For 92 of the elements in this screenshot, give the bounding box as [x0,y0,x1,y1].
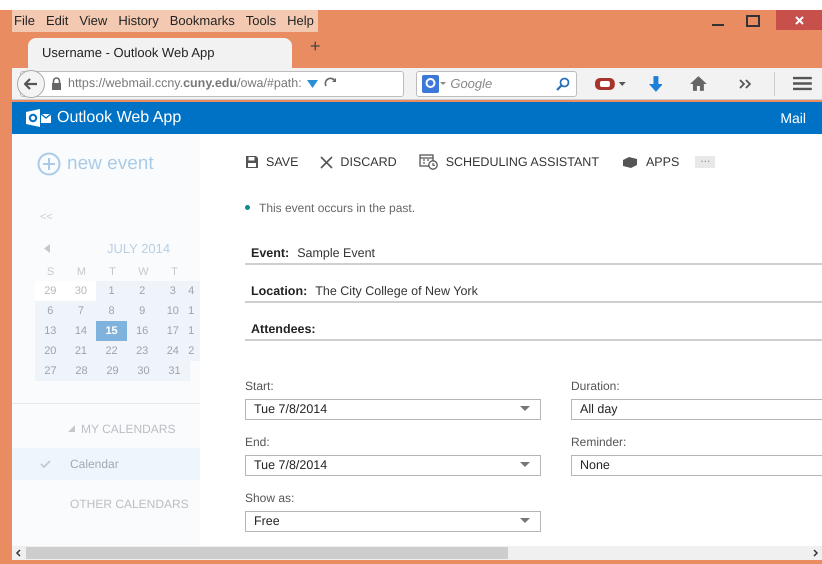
field-label: Start: [245,378,275,395]
menu-item[interactable]: View [79,11,108,31]
menu-icon[interactable] [793,76,812,91]
field-label: End: [245,434,271,451]
lock-icon [51,77,62,90]
calendar-day[interactable]: 1 [188,300,200,320]
maximize-icon[interactable] [746,15,760,27]
calendar-day[interactable]: 29 [35,280,66,300]
hd-video-icon[interactable] [594,78,627,90]
status-dot-icon [245,205,250,210]
dropdown-caret-icon [520,462,530,468]
field-label: Show as: [245,490,296,507]
close-icon [320,156,334,169]
calendar-day[interactable]: 6 [35,300,66,320]
save-button[interactable]: SAVE [245,153,298,172]
calendar-day[interactable]: 23 [126,340,158,360]
back-arrow-icon [24,78,38,90]
dropdown-field[interactable]: Tue 7/8/2014 [245,454,541,476]
download-arrow-icon[interactable] [648,76,662,92]
calendar-day[interactable]: 27 [35,360,66,380]
calendar-day[interactable]: 15 [96,320,127,340]
save-icon [245,155,259,170]
dropdown-caret-icon [520,406,530,412]
calendar-day[interactable]: 7 [66,300,96,320]
dropdown-field[interactable]: All day [571,398,822,420]
menu-item[interactable]: Edit [46,11,68,31]
new-tab-button[interactable]: + [310,33,321,60]
app-title: Outlook Web App [57,108,182,128]
calendar-day[interactable]: 13 [35,320,66,340]
calendar-day[interactable]: 2 [126,280,158,300]
dropdown-caret-icon [520,518,530,524]
calendar-day[interactable]: 16 [126,320,158,340]
calendar-day[interactable]: 1 [96,280,127,300]
menu-item[interactable]: Bookmarks [170,11,235,31]
other-calendars-heading: OTHER CALENDARS [70,496,190,512]
more-button[interactable]: ··· [695,156,716,168]
calendar-clock-icon [418,154,439,170]
close-button[interactable] [776,10,822,30]
close-icon [794,16,804,24]
chevron-double-right-icon[interactable] [739,78,752,88]
calendar-day[interactable]: 14 [66,320,96,340]
event-field[interactable]: Location: The City College of New York [245,282,822,303]
calendar-day[interactable]: 31 [159,360,190,380]
calendar-day[interactable]: 30 [66,280,96,300]
calendar-day[interactable]: 29 [97,360,128,380]
search-icon[interactable] [556,76,570,90]
past-event-notice: This event occurs in the past. [259,200,416,217]
mail-link[interactable]: Mail [780,108,806,128]
event-field[interactable]: Event: Sample Event [245,244,822,265]
calendar-day[interactable]: 2 [188,340,200,360]
calendar-day[interactable]: 8 [96,300,127,320]
search-field[interactable]: Google [416,70,577,96]
search-engine-icon [422,74,446,92]
dropdown-triangle-icon[interactable] [306,80,318,88]
calendar-day[interactable]: 9 [126,300,158,320]
dropdown-field[interactable]: Tue 7/8/2014 [245,398,541,420]
new-event-button[interactable]: new event [37,150,154,178]
calendar-list-item[interactable]: Calendar [12,448,200,480]
outlook-logo-icon [26,109,52,127]
discard-button[interactable]: DISCARD [320,153,397,172]
menu-item[interactable]: History [118,11,159,31]
calendar-day[interactable]: 30 [128,360,159,380]
calendar-day[interactable]: 3 [158,280,188,300]
menu-item[interactable]: Help [287,11,314,31]
menu-item[interactable]: Tools [246,11,276,31]
home-icon[interactable] [690,76,708,91]
my-calendars-heading: MY CALENDARS [81,420,176,438]
apps-icon [620,155,639,170]
back-button[interactable] [17,70,45,98]
month-title: JULY 2014 [107,240,170,258]
calendar-day[interactable]: 17 [158,320,188,340]
search-placeholder: Google [450,74,494,93]
calendar-day[interactable]: 10 [158,300,188,320]
calendar-day[interactable]: 4 [188,280,200,300]
menu-item[interactable]: File [14,11,35,31]
calendar-day[interactable]: 24 [158,340,188,360]
calendar-day[interactable]: 21 [66,340,96,360]
event-field[interactable]: Attendees: [245,320,822,341]
field-label: Reminder: [571,434,628,451]
field-label: Duration: [571,378,621,395]
calendar-day[interactable]: 20 [35,340,66,360]
scheduling-button[interactable]: SCHEDULING ASSISTANT [418,153,599,172]
apps-button[interactable]: APPS [620,153,680,172]
collapse-button[interactable]: << [40,208,53,225]
calendar-day[interactable]: 22 [96,340,127,360]
dropdown-field[interactable]: Free [245,510,541,532]
browser-tab[interactable]: Username - Outlook Web App [28,38,292,68]
dropdown-field[interactable]: None [571,454,822,476]
calendar-day[interactable]: 28 [66,360,97,380]
calendar-day[interactable]: 1 [188,320,200,340]
plus-circle-icon [37,152,61,176]
scrollbar-thumb[interactable] [26,547,508,559]
